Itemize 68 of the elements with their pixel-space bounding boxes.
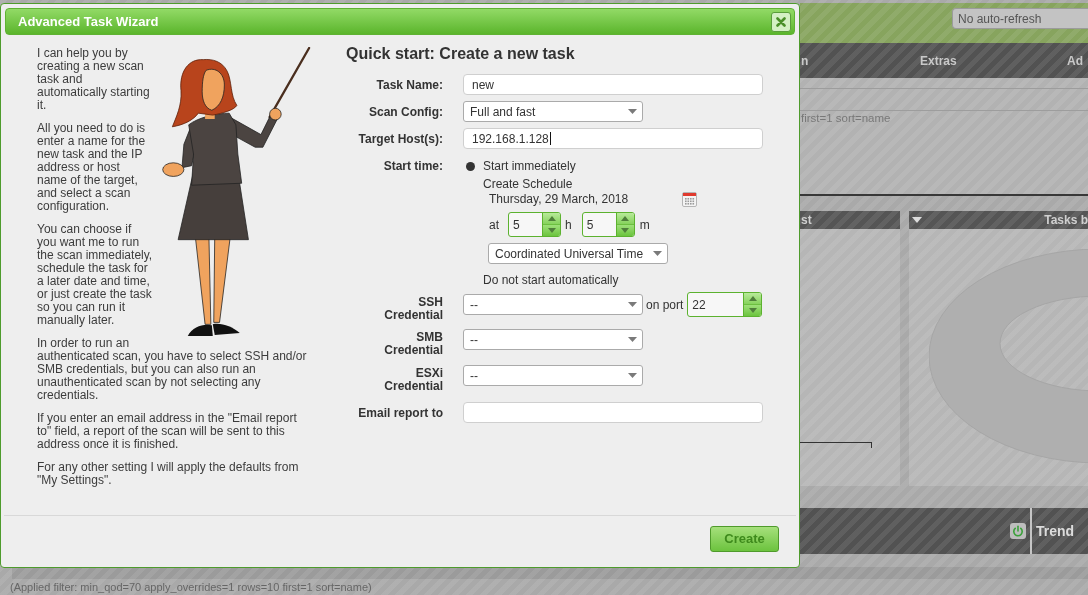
refresh-select[interactable]: No auto-refresh xyxy=(952,8,1088,29)
up-triangle-icon xyxy=(621,216,630,221)
increment-button[interactable] xyxy=(543,213,560,224)
decrement-button[interactable] xyxy=(744,304,762,316)
down-triangle-icon xyxy=(748,308,757,313)
form-heading: Quick start: Create a new task xyxy=(346,44,575,64)
menu-item[interactable]: n xyxy=(801,51,809,70)
decrement-button[interactable] xyxy=(543,224,560,236)
close-button[interactable] xyxy=(771,11,791,32)
radio-label[interactable]: Start immediately xyxy=(483,158,576,174)
input-field[interactable]: 192.168.1.128 xyxy=(463,128,763,149)
triangle-down-icon[interactable] xyxy=(912,217,922,223)
hour-spinner[interactable]: 5 xyxy=(508,212,561,237)
calendar-icon[interactable] xyxy=(682,192,697,207)
dropdown[interactable]: Coordinated Universal Time xyxy=(488,243,668,264)
field-label: Email report to xyxy=(358,405,443,420)
input-field[interactable]: new xyxy=(463,74,763,95)
caret-down-icon xyxy=(628,373,637,378)
dropdown[interactable]: -- xyxy=(463,365,643,386)
caret-down-icon xyxy=(628,302,637,307)
help-paragraph: If you enter an email address in the "Email report to" field, a report of the scan will be sent to this address once it is finished. xyxy=(37,412,298,451)
time-label: at xyxy=(489,216,499,234)
up-triangle-icon xyxy=(547,216,556,221)
radio-label[interactable]: Create Schedule xyxy=(483,176,573,192)
caret-down-icon xyxy=(628,109,637,114)
down-triangle-icon xyxy=(547,228,556,233)
panel-title: Tasks b xyxy=(1044,212,1088,229)
increment-button[interactable] xyxy=(616,213,634,224)
field-label: ESXi Credential xyxy=(383,367,443,393)
menu-item[interactable]: Extras xyxy=(920,51,957,70)
date-text: Thursday, 29 March, 2018 xyxy=(489,192,629,207)
field-label: SMB Credential xyxy=(383,331,443,357)
radio-label[interactable]: Do not start automatically xyxy=(483,272,619,288)
decrement-button[interactable] xyxy=(616,224,634,236)
filter-text: (Applied filter: min_qod=70 apply_overrides=1 rows=10 first=1 sort=name) xyxy=(10,581,372,594)
help-paragraph: In order to run an authenticated scan, you have to select SSH and/or SMB credentials, but you can also run an unauthenticated scan by not selecting any credentials. xyxy=(37,337,308,402)
bracket-line xyxy=(800,442,872,448)
dialog-title: Advanced Task Wizard xyxy=(18,12,159,31)
filter-text: first=1 sort=name xyxy=(801,111,891,125)
increment-button[interactable] xyxy=(744,293,762,304)
field-label: Scan Config: xyxy=(369,104,443,119)
close-icon xyxy=(776,16,786,27)
help-paragraph: All you need to do is enter a name for the new task and the IP address or host name of the target, and select a scan configuration. xyxy=(37,122,147,213)
radio-button[interactable] xyxy=(466,161,475,171)
help-paragraph: For any other setting I will apply the defaults from "My Settings". xyxy=(37,461,300,487)
field-label: Start time: xyxy=(383,158,443,174)
field-label: SSH Credential xyxy=(383,296,443,322)
help-paragraph: I can help you by creating a new scan task and automatically starting it. xyxy=(37,47,151,112)
dropdown[interactable]: -- xyxy=(463,329,643,350)
caret-down-icon xyxy=(628,337,637,342)
power-icon[interactable] xyxy=(1010,523,1026,539)
unit-label: m xyxy=(639,216,650,234)
down-triangle-icon xyxy=(621,228,630,233)
dropdown[interactable]: Full and fast xyxy=(463,101,643,122)
caret-down-icon xyxy=(653,251,662,256)
column-header[interactable]: Trend xyxy=(1036,520,1075,542)
menu-item[interactable]: Ad xyxy=(1067,51,1083,70)
help-paragraph: You can choose if you want me to run the scan immediately, schedule the task for a later date and time, or just create the task so you can run it manually later. xyxy=(37,223,154,327)
field-label: Target Host(s): xyxy=(358,131,443,146)
panel-title: st xyxy=(801,212,812,229)
minute-spinner[interactable]: 5 xyxy=(581,212,635,237)
input-field[interactable] xyxy=(463,402,763,423)
port-label: on port xyxy=(646,296,684,314)
unit-label: h xyxy=(565,216,572,234)
dropdown[interactable]: -- xyxy=(463,294,643,315)
up-triangle-icon xyxy=(748,296,757,301)
port-spinner[interactable]: 22 xyxy=(687,292,763,317)
field-label: Task Name: xyxy=(376,77,443,92)
